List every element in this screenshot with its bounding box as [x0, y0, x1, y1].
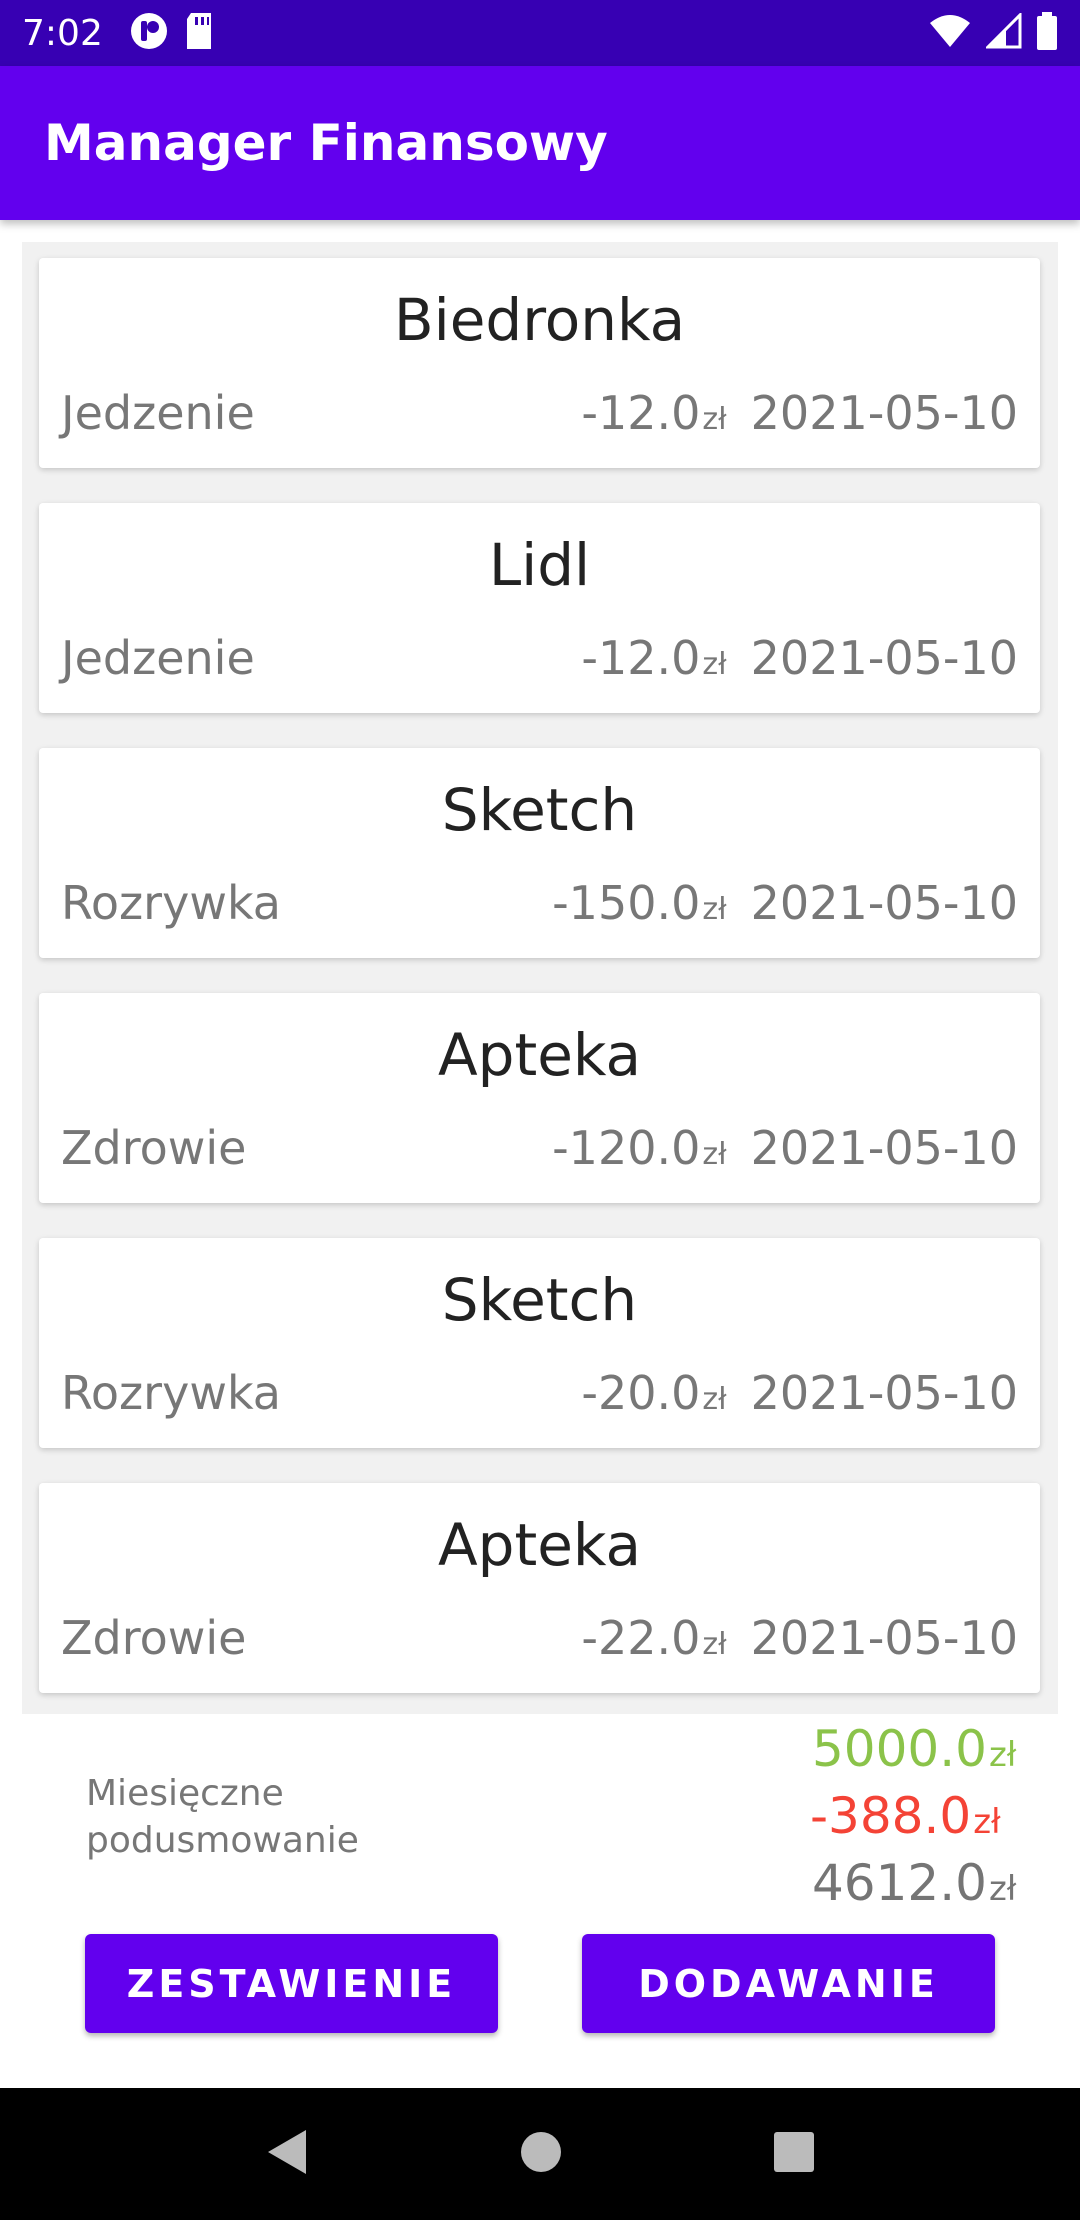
transaction-currency: zł [702, 1137, 727, 1172]
wifi-icon [928, 13, 972, 54]
transaction-amount: -12.0 [581, 386, 701, 440]
transaction-date: 2021-05-10 [750, 876, 1018, 930]
transaction-name: Sketch [441, 776, 638, 844]
transaction-date: 2021-05-10 [750, 1366, 1018, 1420]
transaction-card[interactable]: Lidl Jedzenie -12.0 zł 2021-05-10 [39, 503, 1040, 713]
status-time: 7:02 [22, 12, 103, 54]
monthly-summary-label: Miesięczne podusmowanie [86, 1773, 359, 1861]
transaction-amount: -22.0 [581, 1611, 701, 1665]
app-bar: Manager Finansowy [0, 66, 1080, 220]
navigation-bar [0, 2088, 1080, 2220]
transaction-category: Jedzenie [61, 386, 255, 440]
app-title: Manager Finansowy [44, 114, 608, 172]
add-transaction-button[interactable]: DODAWANIE [582, 1934, 995, 2033]
transaction-category: Rozrywka [61, 1366, 281, 1420]
transaction-amount: -12.0 [581, 631, 701, 685]
recents-icon[interactable] [772, 2130, 816, 2179]
transaction-currency: zł [702, 1382, 727, 1417]
transaction-category: Rozrywka [61, 876, 281, 930]
transaction-card[interactable]: Biedronka Jedzenie -12.0 zł 2021-05-10 [39, 258, 1040, 468]
income-currency: zł [988, 1735, 1017, 1775]
transaction-card[interactable]: Apteka Zdrowie -22.0 zł 2021-05-10 [39, 1483, 1040, 1693]
transaction-amount: -20.0 [581, 1366, 701, 1420]
transaction-name: Lidl [488, 531, 591, 599]
expenses-total: -388.0 zł [810, 1787, 1001, 1845]
expenses-currency: zł [973, 1802, 1001, 1842]
status-bar: 7:02 [0, 0, 1080, 66]
transaction-card[interactable]: Apteka Zdrowie -120.0 zł 2021-05-10 [39, 993, 1040, 1203]
transaction-category: Zdrowie [61, 1121, 247, 1175]
expenses-value: -388.0 [810, 1787, 972, 1845]
signal-icon [984, 10, 1022, 54]
balance-value: 4612.0 [812, 1854, 987, 1912]
transaction-date: 2021-05-10 [750, 631, 1018, 685]
balance-currency: zł [988, 1869, 1017, 1909]
transaction-amount: -120.0 [552, 1121, 701, 1175]
transaction-amount: -150.0 [552, 876, 701, 930]
transaction-name: Apteka [437, 1021, 642, 1089]
battery-icon [1036, 11, 1058, 55]
transaction-list[interactable]: Biedronka Jedzenie -12.0 zł 2021-05-10 L… [22, 242, 1058, 1714]
transaction-date: 2021-05-10 [750, 1121, 1018, 1175]
summary-report-button[interactable]: ZESTAWIENIE [85, 1934, 498, 2033]
income-total: 5000.0 zł [812, 1720, 1016, 1778]
home-icon[interactable] [519, 2130, 563, 2179]
transaction-date: 2021-05-10 [750, 1611, 1018, 1665]
transaction-name: Sketch [441, 1266, 638, 1334]
transaction-name: Biedronka [393, 286, 686, 354]
transaction-category: Jedzenie [61, 631, 255, 685]
transaction-name: Apteka [437, 1511, 642, 1579]
balance-total: 4612.0 zł [812, 1854, 1016, 1912]
transaction-category: Zdrowie [61, 1611, 247, 1665]
transaction-currency: zł [702, 402, 727, 437]
transaction-currency: zł [702, 647, 727, 682]
sd-card-icon [183, 11, 215, 56]
transaction-date: 2021-05-10 [750, 386, 1018, 440]
transaction-card[interactable]: Sketch Rozrywka -20.0 zł 2021-05-10 [39, 1238, 1040, 1448]
income-value: 5000.0 [812, 1720, 987, 1778]
transaction-currency: zł [702, 892, 727, 927]
back-icon[interactable] [264, 2127, 310, 2182]
transaction-currency: zł [702, 1627, 727, 1662]
app-notification-icon [129, 11, 169, 56]
transaction-card[interactable]: Sketch Rozrywka -150.0 zł 2021-05-10 [39, 748, 1040, 958]
